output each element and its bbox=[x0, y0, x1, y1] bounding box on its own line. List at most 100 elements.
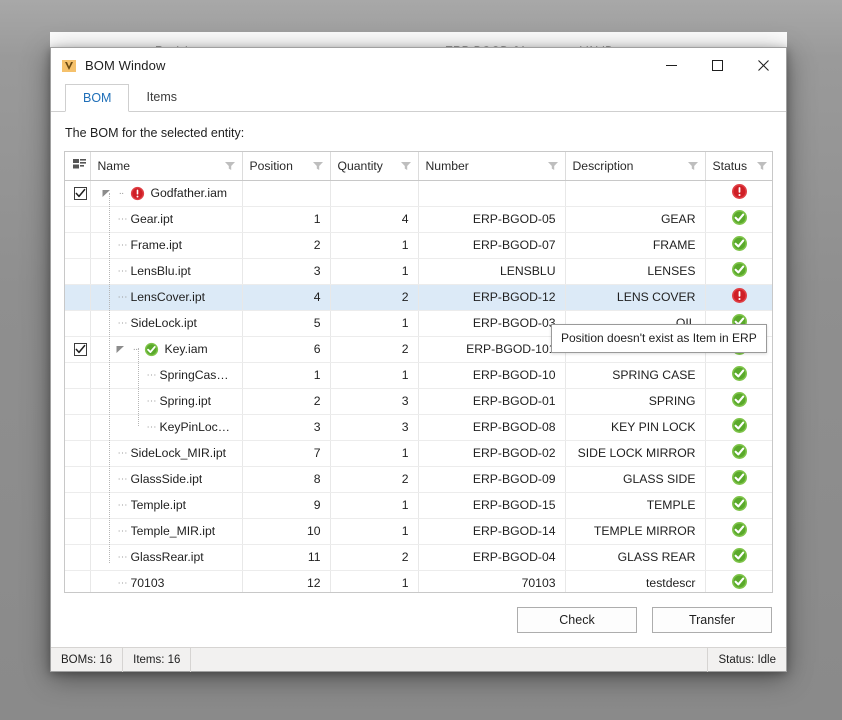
status-ok-icon bbox=[705, 258, 773, 284]
tree-connector: ⋯ bbox=[114, 214, 131, 225]
status-ok-icon bbox=[705, 544, 773, 570]
table-row[interactable]: ⋯Temple.ipt91ERP-BGOD-15TEMPLE bbox=[65, 492, 773, 518]
row-checkbox-empty bbox=[65, 388, 90, 414]
table-row[interactable]: ··Godfather.iam bbox=[65, 180, 773, 206]
table-row[interactable]: ⋯SpringCase.ipt11ERP-BGOD-10SPRING CASE bbox=[65, 362, 773, 388]
cell-number: ERP-BGOD-03 bbox=[418, 310, 565, 336]
table-row[interactable]: ⋯Spring.ipt23ERP-BGOD-01SPRING bbox=[65, 388, 773, 414]
row-name-label: SideLock.ipt bbox=[131, 316, 197, 330]
column-header-name[interactable]: Name bbox=[90, 152, 242, 180]
cell-name: ⋯Temple.ipt bbox=[90, 492, 242, 518]
tree-connector: ⋯ bbox=[114, 500, 131, 511]
filter-funnel-icon[interactable] bbox=[757, 161, 767, 171]
cell-number: ERP-BGOD-09 bbox=[418, 466, 565, 492]
maximize-icon[interactable] bbox=[694, 48, 740, 83]
cell-position: 5 bbox=[242, 310, 330, 336]
cell-quantity: 1 bbox=[330, 362, 418, 388]
cell-position: 10 bbox=[242, 518, 330, 544]
column-header-quantity[interactable]: Quantity bbox=[330, 152, 418, 180]
cell-position: 11 bbox=[242, 544, 330, 570]
row-checkbox[interactable] bbox=[65, 180, 90, 206]
cell-quantity: 1 bbox=[330, 440, 418, 466]
table-row[interactable]: ⋯SideLock_MIR.ipt71ERP-BGOD-02SIDE LOCK … bbox=[65, 440, 773, 466]
table-body: ··Godfather.iam⋯Gear.ipt14ERP-BGOD-05GEA… bbox=[65, 180, 773, 593]
tab-bom[interactable]: BOM bbox=[65, 84, 129, 112]
status-bar: BOMs: 16 Items: 16 Status: Idle bbox=[51, 647, 786, 671]
table-row[interactable]: ⋯LensBlu.ipt31LENSBLULENSES bbox=[65, 258, 773, 284]
tree-collapse-icon bbox=[116, 345, 125, 354]
table-row[interactable]: ⋯LensCover.ipt42ERP-BGOD-12LENS COVER bbox=[65, 284, 773, 310]
cell-number: 70103 bbox=[418, 570, 565, 593]
cell-quantity: 1 bbox=[330, 518, 418, 544]
status-state: Status: Idle bbox=[707, 648, 786, 672]
tree-connector: ·· bbox=[127, 344, 144, 355]
row-name-label: 70103 bbox=[131, 576, 165, 590]
ok-icon bbox=[144, 341, 160, 357]
cell-quantity: 1 bbox=[330, 492, 418, 518]
tree-connector: ⋯ bbox=[114, 318, 131, 329]
row-checkbox-empty bbox=[65, 492, 90, 518]
cell-quantity: 4 bbox=[330, 206, 418, 232]
cell-description: LENS COVER bbox=[565, 284, 705, 310]
row-checkbox-empty bbox=[65, 414, 90, 440]
tree-connector: ⋯ bbox=[114, 552, 131, 563]
column-header-status[interactable]: Status bbox=[705, 152, 773, 180]
filter-funnel-icon[interactable] bbox=[548, 161, 558, 171]
cell-position: 3 bbox=[242, 414, 330, 440]
column-chooser-icon[interactable] bbox=[65, 152, 90, 180]
close-icon[interactable] bbox=[740, 48, 786, 83]
filter-funnel-icon[interactable] bbox=[313, 161, 323, 171]
title-bar[interactable]: BOM Window bbox=[51, 48, 786, 83]
cell-name: ⋯SideLock_MIR.ipt bbox=[90, 440, 242, 466]
row-checkbox-empty bbox=[65, 544, 90, 570]
column-header-status-label: Status bbox=[713, 159, 748, 173]
table-row[interactable]: ⋯7010312170103testdescr bbox=[65, 570, 773, 593]
table-row[interactable]: ⋯KeyPinLock.ipt33ERP-BGOD-08KEY PIN LOCK bbox=[65, 414, 773, 440]
row-checkbox-empty bbox=[65, 310, 90, 336]
row-name-label: GlassSide.ipt bbox=[131, 472, 203, 486]
tree-connector: ⋯ bbox=[114, 240, 131, 251]
cell-number: ERP-BGOD-12 bbox=[418, 284, 565, 310]
cell-description: SPRING bbox=[565, 388, 705, 414]
filter-funnel-icon[interactable] bbox=[688, 161, 698, 171]
status-spacer bbox=[191, 648, 707, 672]
cell-position: 9 bbox=[242, 492, 330, 518]
filter-funnel-icon[interactable] bbox=[401, 161, 411, 171]
body-caption: The BOM for the selected entity: bbox=[64, 112, 773, 151]
cell-position: 4 bbox=[242, 284, 330, 310]
column-header-description-label: Description bbox=[573, 159, 634, 173]
row-name-label: KeyPinLock.ipt bbox=[160, 420, 233, 434]
tree-collapse-toggle[interactable] bbox=[114, 345, 127, 354]
cell-quantity: 2 bbox=[330, 466, 418, 492]
row-name-label: Spring.ipt bbox=[160, 394, 212, 408]
table-row[interactable]: ⋯Temple_MIR.ipt101ERP-BGOD-14TEMPLE MIRR… bbox=[65, 518, 773, 544]
column-header-description[interactable]: Description bbox=[565, 152, 705, 180]
minimize-icon[interactable] bbox=[648, 48, 694, 83]
row-name-label: SideLock_MIR.ipt bbox=[131, 446, 227, 460]
table-row[interactable]: ⋯GlassSide.ipt82ERP-BGOD-09GLASS SIDE bbox=[65, 466, 773, 492]
check-button[interactable]: Check bbox=[517, 607, 637, 633]
row-checkbox[interactable] bbox=[65, 336, 90, 362]
row-name-label: Temple.ipt bbox=[131, 498, 187, 512]
row-checkbox-empty bbox=[65, 232, 90, 258]
tab-items[interactable]: Items bbox=[129, 83, 194, 111]
vault-v-icon bbox=[61, 58, 77, 74]
tree-collapse-toggle[interactable] bbox=[100, 189, 113, 198]
column-header-number[interactable]: Number bbox=[418, 152, 565, 180]
transfer-button[interactable]: Transfer bbox=[652, 607, 772, 633]
filter-funnel-icon[interactable] bbox=[225, 161, 235, 171]
cell-position: 6 bbox=[242, 336, 330, 362]
table-row[interactable]: ⋯GlassRear.ipt112ERP-BGOD-04GLASS REAR bbox=[65, 544, 773, 570]
column-header-position[interactable]: Position bbox=[242, 152, 330, 180]
row-checkbox-empty bbox=[65, 206, 90, 232]
table-row[interactable]: ⋯Gear.ipt14ERP-BGOD-05GEAR bbox=[65, 206, 773, 232]
cell-position: 3 bbox=[242, 258, 330, 284]
checkbox-checked-icon[interactable] bbox=[74, 187, 87, 200]
row-checkbox-empty bbox=[65, 362, 90, 388]
checkbox-checked-icon[interactable] bbox=[74, 343, 87, 356]
cell-name: ⋯LensBlu.ipt bbox=[90, 258, 242, 284]
table-row[interactable]: ⋯Frame.ipt21ERP-BGOD-07FRAME bbox=[65, 232, 773, 258]
row-name-label: LensBlu.ipt bbox=[131, 264, 191, 278]
tree-connector: ⋯ bbox=[114, 448, 131, 459]
row-name-label: Godfather.iam bbox=[151, 186, 228, 200]
